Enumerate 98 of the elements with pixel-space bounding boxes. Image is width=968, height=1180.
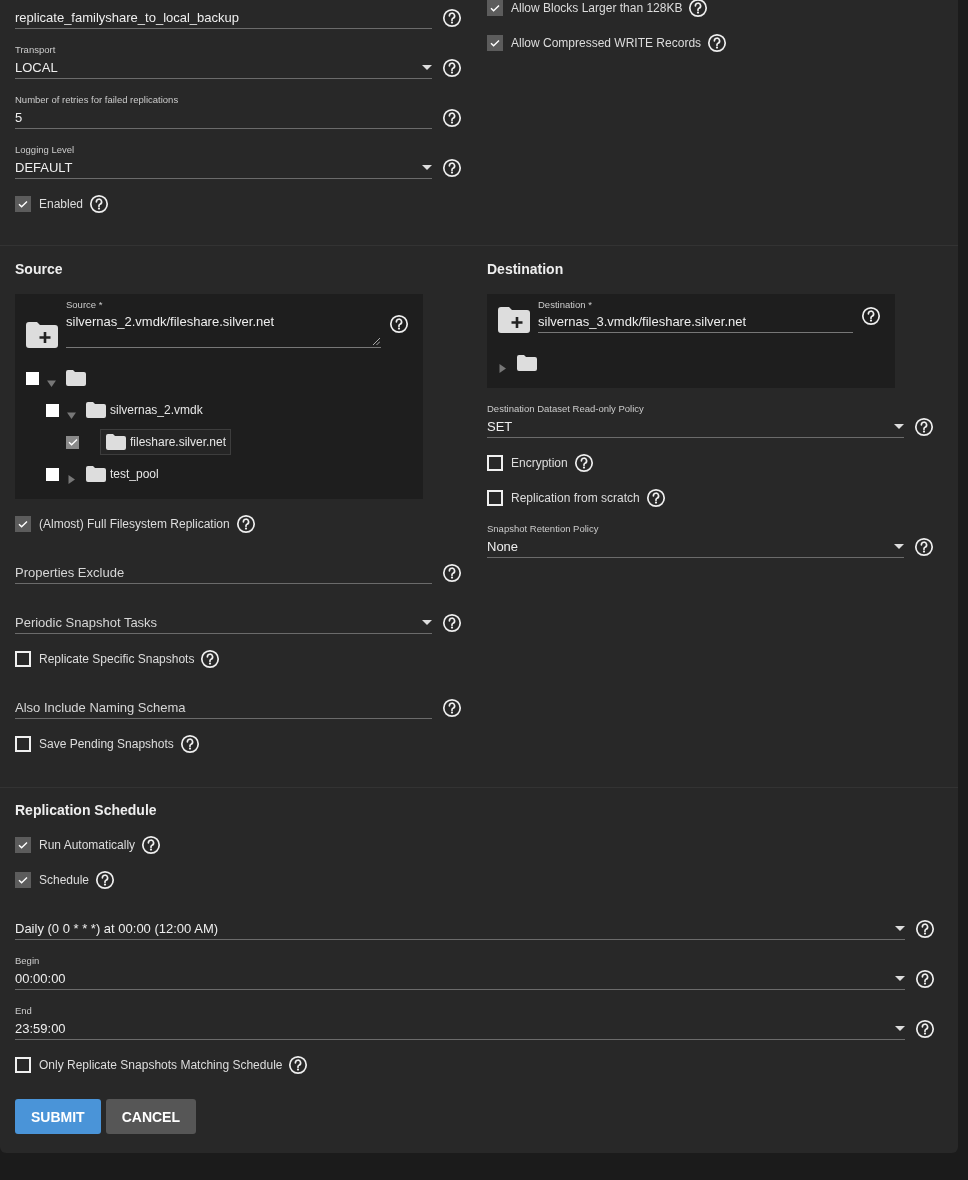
checkmark-icon: [17, 518, 29, 530]
dropdown-caret-icon: [894, 543, 904, 549]
dropdown-caret-icon: [895, 925, 905, 931]
tree-node[interactable]: fileshare.silver.net: [100, 429, 232, 455]
checkbox-label: Allow Compressed WRITE Records: [511, 36, 702, 50]
checkbox-label: Only Replicate Snapshots Matching Schedule: [39, 1058, 283, 1072]
help-icon[interactable]: [442, 613, 462, 633]
help-icon[interactable]: [200, 649, 221, 669]
help-icon[interactable]: [141, 835, 162, 855]
checkmark-icon: [66, 436, 79, 448]
help-icon[interactable]: [442, 108, 462, 128]
checkbox[interactable]: [66, 435, 79, 449]
dropdown-caret-icon: [894, 423, 904, 429]
path-field[interactable]: Source * silvernas_2.vmdk/fileshare.silver.net: [66, 299, 381, 348]
help-icon[interactable]: [915, 1019, 935, 1039]
cancel-button[interactable]: CANCEL: [105, 1099, 196, 1134]
text-field[interactable]: Number of retries for failed replications 5: [15, 94, 432, 129]
help-icon[interactable]: [179, 734, 200, 754]
tree-node[interactable]: silvernas_2.vmdk: [80, 397, 208, 423]
help-icon[interactable]: [235, 514, 256, 534]
section-heading: Destination: [487, 260, 565, 279]
checkbox[interactable]: [487, 35, 503, 51]
dropdown-field[interactable]: Destination Dataset Read-only Policy SET: [487, 403, 904, 438]
dropdown-field[interactable]: Transport LOCAL: [15, 44, 432, 79]
caret-right-icon[interactable]: [67, 474, 76, 484]
help-icon[interactable]: [914, 537, 934, 557]
help-icon[interactable]: [573, 453, 594, 473]
help-icon[interactable]: [442, 58, 462, 78]
help-icon[interactable]: [688, 0, 709, 18]
dropdown-caret-icon: [895, 975, 905, 981]
text-field[interactable]: replicate_familyshare_to_local_backup: [15, 0, 432, 29]
checkbox[interactable]: [15, 837, 31, 853]
checkmark-icon: [17, 198, 29, 210]
checkbox-label: Run Automatically: [39, 838, 136, 852]
checkbox-label: Replication from scratch: [511, 491, 640, 505]
dropdown-field[interactable]: Snapshot Retention Policy None: [487, 523, 904, 558]
checkbox[interactable]: [15, 736, 31, 752]
folder-icon: [516, 354, 538, 372]
help-icon[interactable]: [861, 306, 881, 326]
checkbox-label: Save Pending Snapshots: [39, 737, 174, 751]
folder-icon: [85, 401, 107, 419]
dropdown-caret-icon: [422, 164, 432, 170]
add-folder-icon[interactable]: [26, 321, 58, 348]
checkmark-icon: [17, 839, 29, 851]
help-icon[interactable]: [442, 698, 462, 718]
help-icon[interactable]: [442, 8, 462, 28]
dropdown-field[interactable]: Daily (0 0 * * *) at 00:00 (12:00 AM): [15, 905, 905, 940]
help-icon[interactable]: [914, 417, 934, 437]
checkbox-label: Replicate Specific Snapshots: [39, 652, 195, 666]
dropdown-caret-icon: [895, 1025, 905, 1031]
help-icon[interactable]: [95, 870, 116, 890]
checkbox[interactable]: [15, 1057, 31, 1073]
folder-icon: [105, 433, 127, 451]
checkbox[interactable]: [26, 371, 39, 385]
help-icon[interactable]: [442, 563, 462, 583]
dropdown-field[interactable]: Logging Level DEFAULT: [15, 144, 432, 179]
caret-down-icon[interactable]: [67, 410, 76, 420]
checkbox-label: Allow Blocks Larger than 128KB: [511, 1, 683, 15]
folder-icon: [85, 465, 107, 483]
resize-grip-icon[interactable]: [373, 338, 380, 345]
checkbox[interactable]: [46, 467, 59, 481]
checkbox[interactable]: [487, 455, 503, 471]
text-field[interactable]: Properties Exclude: [15, 549, 432, 584]
help-icon[interactable]: [915, 969, 935, 989]
dropdown-field[interactable]: Begin 00:00:00: [15, 955, 905, 990]
dropdown-caret-icon: [422, 64, 432, 70]
checkbox-label: Encryption: [511, 456, 568, 470]
dropdown-caret-icon: [422, 619, 432, 625]
dropdown-field[interactable]: End 23:59:00: [15, 1005, 905, 1040]
help-icon[interactable]: [288, 1055, 309, 1075]
checkmark-icon: [17, 874, 29, 886]
text-field[interactable]: Also Include Naming Schema: [15, 684, 432, 719]
checkbox-label: Schedule: [39, 873, 90, 887]
caret-right-icon[interactable]: [498, 363, 507, 373]
section-heading: Source: [15, 260, 64, 279]
add-folder-icon[interactable]: [498, 306, 530, 333]
folder-icon: [65, 369, 87, 387]
caret-down-icon[interactable]: [47, 378, 56, 388]
section-heading: Replication Schedule: [15, 801, 158, 820]
checkbox-label: Enabled: [39, 197, 84, 211]
help-icon[interactable]: [89, 194, 110, 214]
checkbox[interactable]: [487, 490, 503, 506]
checkbox-label: (Almost) Full Filesystem Replication: [39, 517, 230, 531]
checkmark-icon: [489, 37, 501, 49]
checkbox[interactable]: [46, 403, 59, 417]
help-icon[interactable]: [707, 33, 728, 53]
help-icon[interactable]: [915, 919, 935, 939]
tree-node[interactable]: test_pool: [80, 461, 164, 487]
checkbox[interactable]: [15, 196, 31, 212]
checkbox[interactable]: [15, 872, 31, 888]
help-icon[interactable]: [389, 313, 409, 334]
checkmark-icon: [489, 2, 501, 14]
help-icon[interactable]: [645, 488, 666, 508]
dropdown-field[interactable]: Periodic Snapshot Tasks: [15, 599, 432, 634]
checkbox[interactable]: [15, 651, 31, 667]
checkbox[interactable]: [15, 516, 31, 532]
checkbox[interactable]: [487, 0, 503, 16]
help-icon[interactable]: [442, 158, 462, 178]
